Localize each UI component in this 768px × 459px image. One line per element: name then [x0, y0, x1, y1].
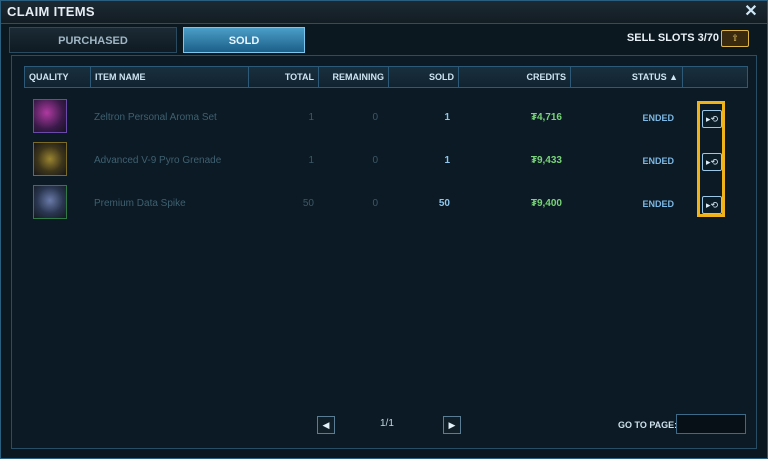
- item-total: 1: [308, 112, 314, 123]
- items-panel: QUALITY ITEM NAME TOTAL REMAINING SOLD C…: [11, 55, 757, 449]
- item-credits: ₮9,400: [530, 198, 562, 209]
- claim-buttons-highlight: [697, 101, 725, 217]
- item-name: Premium Data Spike: [94, 198, 186, 209]
- column-quality[interactable]: QUALITY: [25, 67, 91, 87]
- item-name: Advanced V-9 Pyro Grenade: [94, 155, 222, 166]
- item-total: 1: [308, 155, 314, 166]
- column-item-name[interactable]: ITEM NAME: [91, 67, 249, 87]
- window-title: CLAIM ITEMS: [7, 4, 95, 19]
- claim-items-window: CLAIM ITEMS ✕ PURCHASED SOLD SELL SLOTS …: [0, 0, 768, 459]
- item-remaining: 0: [372, 198, 378, 209]
- item-remaining: 0: [372, 112, 378, 123]
- prev-page-button[interactable]: ◀: [317, 416, 335, 434]
- column-total[interactable]: TOTAL: [249, 67, 319, 87]
- title-bar: CLAIM ITEMS ✕: [1, 1, 767, 24]
- item-remaining: 0: [372, 155, 378, 166]
- column-actions: [683, 67, 747, 87]
- item-quality-icon: [33, 99, 67, 133]
- next-page-button[interactable]: ▶: [443, 416, 461, 434]
- item-name: Zeltron Personal Aroma Set: [94, 112, 217, 123]
- item-total: 50: [302, 198, 314, 209]
- table-row[interactable]: Advanced V-9 Pyro Grenade 1 0 1 ₮9,433 E…: [24, 140, 746, 182]
- item-sold: 1: [444, 112, 450, 123]
- item-sold: 1: [444, 155, 450, 166]
- table-row[interactable]: Zeltron Personal Aroma Set 1 0 1 ₮4,716 …: [24, 97, 746, 139]
- go-to-page-label: GO TO PAGE:: [618, 420, 678, 430]
- column-remaining[interactable]: REMAINING: [319, 67, 389, 87]
- item-sold: 50: [438, 198, 450, 209]
- item-status: ENDED: [642, 113, 674, 123]
- item-credits: ₮9,433: [530, 155, 562, 166]
- item-quality-icon: [33, 142, 67, 176]
- column-credits[interactable]: CREDITS: [459, 67, 571, 87]
- close-icon[interactable]: ✕: [741, 2, 761, 22]
- table-row[interactable]: Premium Data Spike 50 0 50 ₮9,400 ENDED …: [24, 183, 746, 225]
- column-sold[interactable]: SOLD: [389, 67, 459, 87]
- tab-sold[interactable]: SOLD: [183, 27, 305, 53]
- page-indicator: 1/1: [380, 418, 394, 429]
- upgrade-slots-icon[interactable]: ⇧: [721, 30, 749, 47]
- column-status[interactable]: STATUS ▲: [571, 67, 683, 87]
- item-credits: ₮4,716: [530, 112, 562, 123]
- item-quality-icon: [33, 185, 67, 219]
- tab-purchased[interactable]: PURCHASED: [9, 27, 177, 53]
- table-header: QUALITY ITEM NAME TOTAL REMAINING SOLD C…: [24, 66, 748, 88]
- sell-slots-label: SELL SLOTS 3/70: [626, 32, 719, 44]
- item-status: ENDED: [642, 156, 674, 166]
- go-to-page-input[interactable]: [676, 414, 746, 434]
- item-status: ENDED: [642, 199, 674, 209]
